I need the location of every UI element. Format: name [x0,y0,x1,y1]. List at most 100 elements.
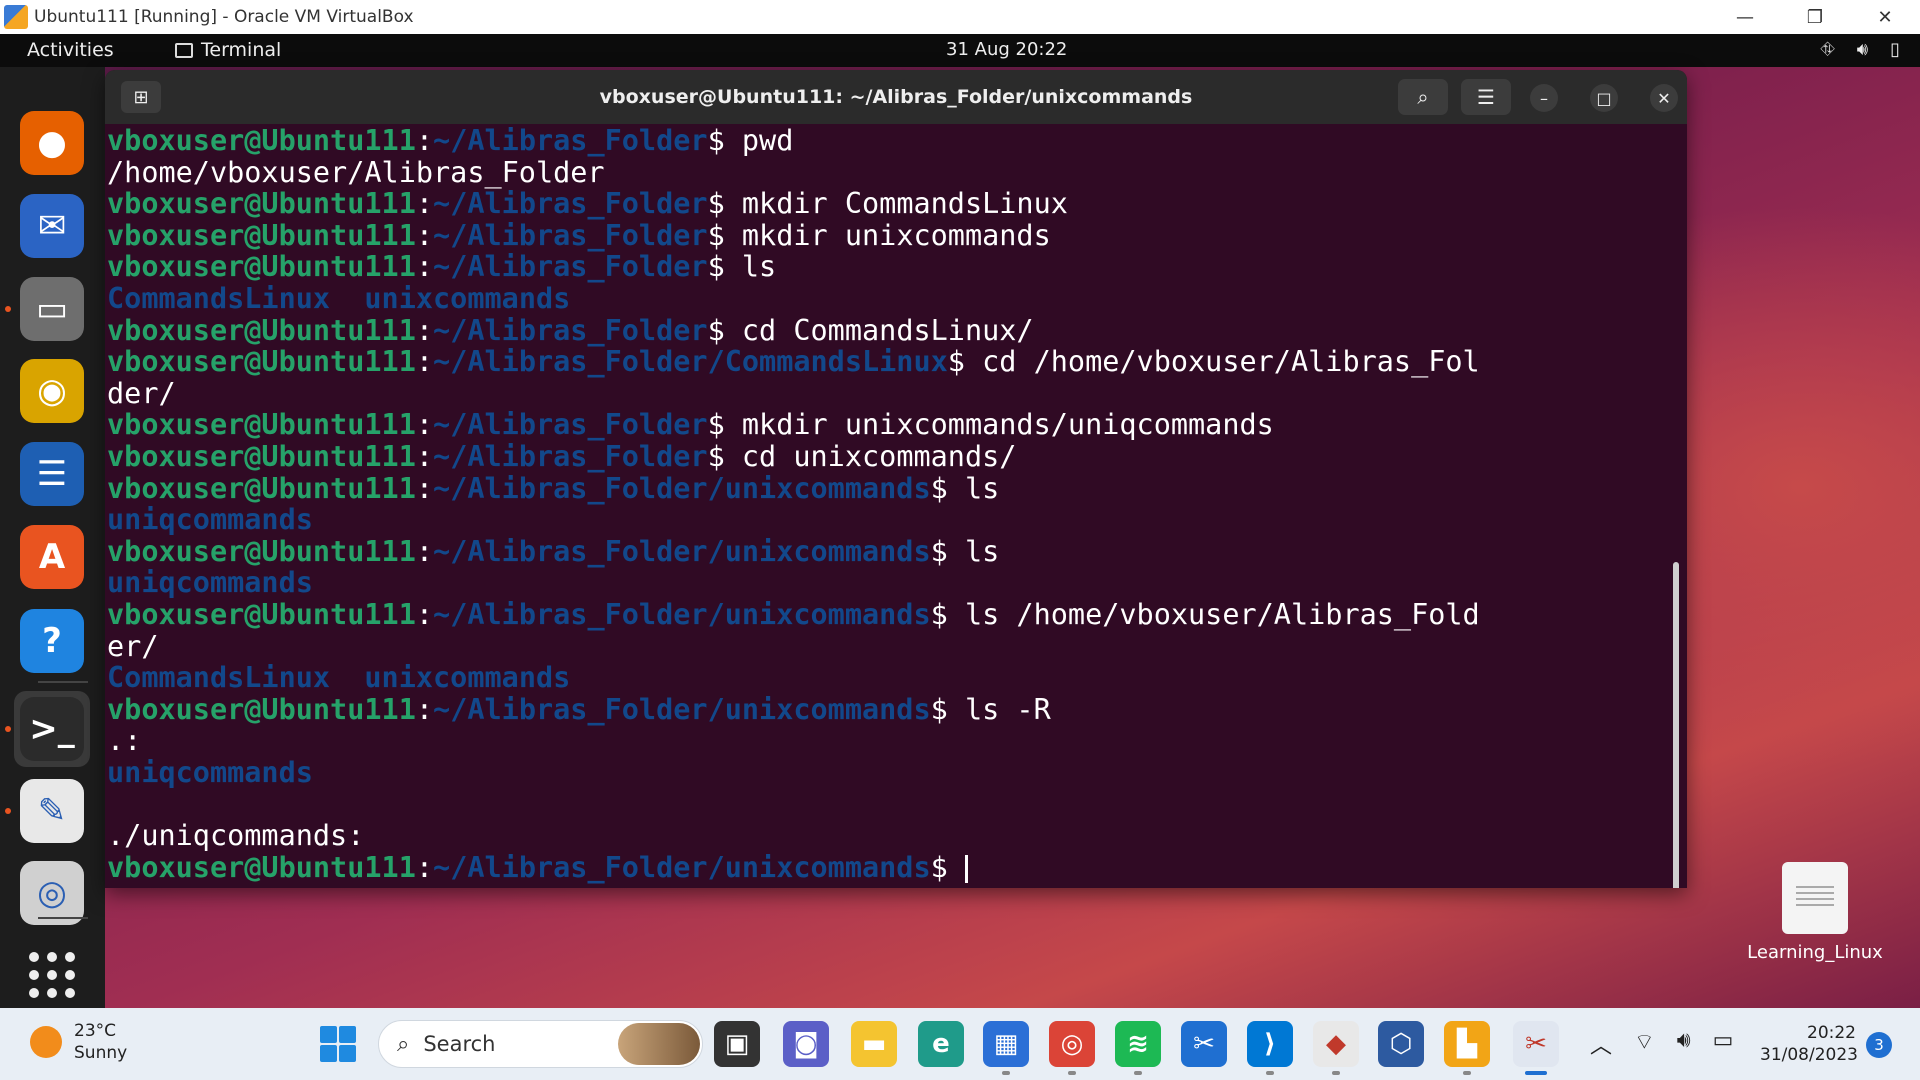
dock-item-disc[interactable]: ◎ [14,855,90,931]
rhythmbox-icon: ◉ [20,359,84,423]
dock-item-app-center[interactable]: A [14,519,90,595]
wifi-icon[interactable]: ⌔ [1634,1028,1655,1060]
app-menu[interactable]: Terminal [175,39,281,61]
menu-button[interactable]: ☰ [1461,79,1511,115]
terminal-line: vboxuser@Ubuntu111:~/Alibras_Folder/unix… [107,692,1687,726]
start-button[interactable] [320,1026,356,1062]
clock[interactable]: 31 Aug 20:22 [946,39,1067,60]
app-center-icon: A [20,525,84,589]
terminal-line: vboxuser@Ubuntu111:~/Alibras_Folder/Comm… [107,346,1687,378]
dock-item-rhythmbox[interactable]: ◉ [14,353,90,429]
weather-widget[interactable]: 23°C Sunny [30,1020,127,1064]
chevron-up-icon[interactable]: ︿ [1590,1028,1612,1060]
terminal-line: vboxuser@Ubuntu111:~/Alibras_Folder/unix… [107,599,1687,631]
maximize-button[interactable]: □ [1590,84,1618,112]
terminal-text: $ mkdir unixcommands [707,218,1051,252]
running-indicator [1332,1071,1340,1075]
terminal-text: : [415,313,434,347]
text-editor-icon: ✎ [20,779,84,843]
vbox-vm-icon[interactable]: ▙ [1444,1021,1490,1067]
terminal-line: uniqcommands [107,567,1687,599]
terminal-line: vboxuser@Ubuntu111:~/Alibras_Folder$ cd … [107,313,1687,347]
disc-icon: ◎ [20,861,84,925]
text-cursor [964,854,968,883]
search-button[interactable]: ⌕ [1398,79,1448,115]
prompt-user: vboxuser@Ubuntu111 [107,534,416,568]
dock-item-firefox[interactable]: ● [14,105,90,181]
terminal-text: : [415,597,434,631]
task-view-icon[interactable]: ▣ [714,1021,760,1067]
dock-item-files[interactable]: ▭ [14,271,90,347]
close-button[interactable]: ✕ [1850,0,1920,34]
dock-item-help[interactable]: ? [14,603,90,679]
desktop-file[interactable]: Learning_Linux [1740,862,1890,963]
terminal-icon: >_ [20,697,84,761]
terminal-text: $ ls [930,534,1000,568]
network-icon: ⛗ [1820,39,1835,60]
terminal-line: vboxuser@Ubuntu111:~/Alibras_Folder/unix… [107,850,1687,884]
minimize-button[interactable]: – [1530,84,1558,112]
battery-icon[interactable]: ▭ [1713,1028,1734,1060]
virtualbox-icon [4,5,28,29]
folder-icon[interactable]: ▬ [851,1021,897,1067]
search-box[interactable]: ⌕ Search [378,1020,703,1068]
prompt-user: vboxuser@Ubuntu111 [107,692,416,726]
dock-item-terminal[interactable]: >_ [14,691,90,767]
edge-icon[interactable]: e [918,1021,964,1067]
snipping-tool-icon[interactable]: ✂ [1513,1021,1559,1067]
terminal-text: .: [107,724,142,758]
prompt-path: ~/Alibras_Folder [433,218,708,252]
files-icon: ▭ [20,277,84,341]
virtualbox-titlebar: Ubuntu111 [Running] - Oracle VM VirtualB… [0,0,1920,34]
minimize-button[interactable]: — [1710,0,1780,34]
directory-name: CommandsLinux [107,661,331,695]
chrome-icon[interactable]: ◎ [1049,1021,1095,1067]
dock-item-text-editor[interactable]: ✎ [14,773,90,849]
terminal-text: : [415,345,434,379]
volume-icon: 🔊︎ [1856,39,1869,60]
store-icon[interactable]: ▦ [983,1021,1029,1067]
terminal-text: $ mkdir CommandsLinux [707,187,1068,221]
terminal-text: $ cd CommandsLinux/ [707,313,1034,347]
show-apps-button[interactable] [14,937,90,1013]
prompt-user: vboxuser@Ubuntu111 [107,597,416,631]
taskbar-time: 20:22 [1807,1023,1856,1043]
activities-button[interactable]: Activities [27,39,114,61]
prompt-path: ~/Alibras_Folder/unixcommands [433,850,931,884]
git-icon[interactable]: ◆ [1313,1021,1359,1067]
snip-icon[interactable]: ✂ [1181,1021,1227,1067]
taskbar-clock[interactable]: 20:22 31/08/2023 [1760,1022,1858,1066]
prompt-user: vboxuser@Ubuntu111 [107,408,416,442]
terminal-line: vboxuser@Ubuntu111:~/Alibras_Folder$ mkd… [107,218,1687,252]
spotify-icon[interactable]: ≋ [1115,1021,1161,1067]
dock-separator [38,681,88,683]
search-highlight-image [618,1023,700,1065]
terminal-line: vboxuser@Ubuntu111:~/Alibras_Folder$ cd … [107,441,1687,473]
volume-icon[interactable]: 🔊︎ [1677,1028,1691,1060]
restore-button[interactable]: ❐ [1780,0,1850,34]
start-tile [320,1026,337,1043]
prompt-user: vboxuser@Ubuntu111 [107,439,416,473]
terminal-text: $ ls [707,250,777,284]
terminal-small-icon [175,42,193,58]
terminal-line: CommandsLinux unixcommands [107,662,1687,694]
running-indicator [1068,1071,1076,1075]
firefox-icon: ● [20,111,84,175]
terminal-text: $ ls /home/vboxuser/Alibras_Fold [930,597,1480,631]
vscode-icon[interactable]: ⟩ [1247,1021,1293,1067]
weather-desc: Sunny [74,1043,128,1063]
close-button[interactable]: ✕ [1650,84,1678,112]
dock-separator [38,917,88,919]
dock-item-thunderbird[interactable]: ✉ [14,188,90,264]
virtualbox-icon[interactable]: ⬡ [1378,1021,1424,1067]
teams-chat-icon[interactable]: ◙ [783,1021,829,1067]
notification-badge[interactable]: 3 [1866,1032,1892,1058]
terminal-text: $ pwd [707,124,794,157]
terminal-output[interactable]: vboxuser@Ubuntu111: ~/Alibras_Folder $ pwd… [105,124,1687,888]
terminal-line: uniqcommands [107,504,1687,536]
terminal-scrollbar[interactable] [1673,562,1679,888]
dock-item-libreoffice-writer[interactable]: ☰ [14,436,90,512]
running-indicator [1002,1071,1010,1075]
system-status-area[interactable]: ⛗ 🔊︎ ▯ [1820,39,1900,60]
